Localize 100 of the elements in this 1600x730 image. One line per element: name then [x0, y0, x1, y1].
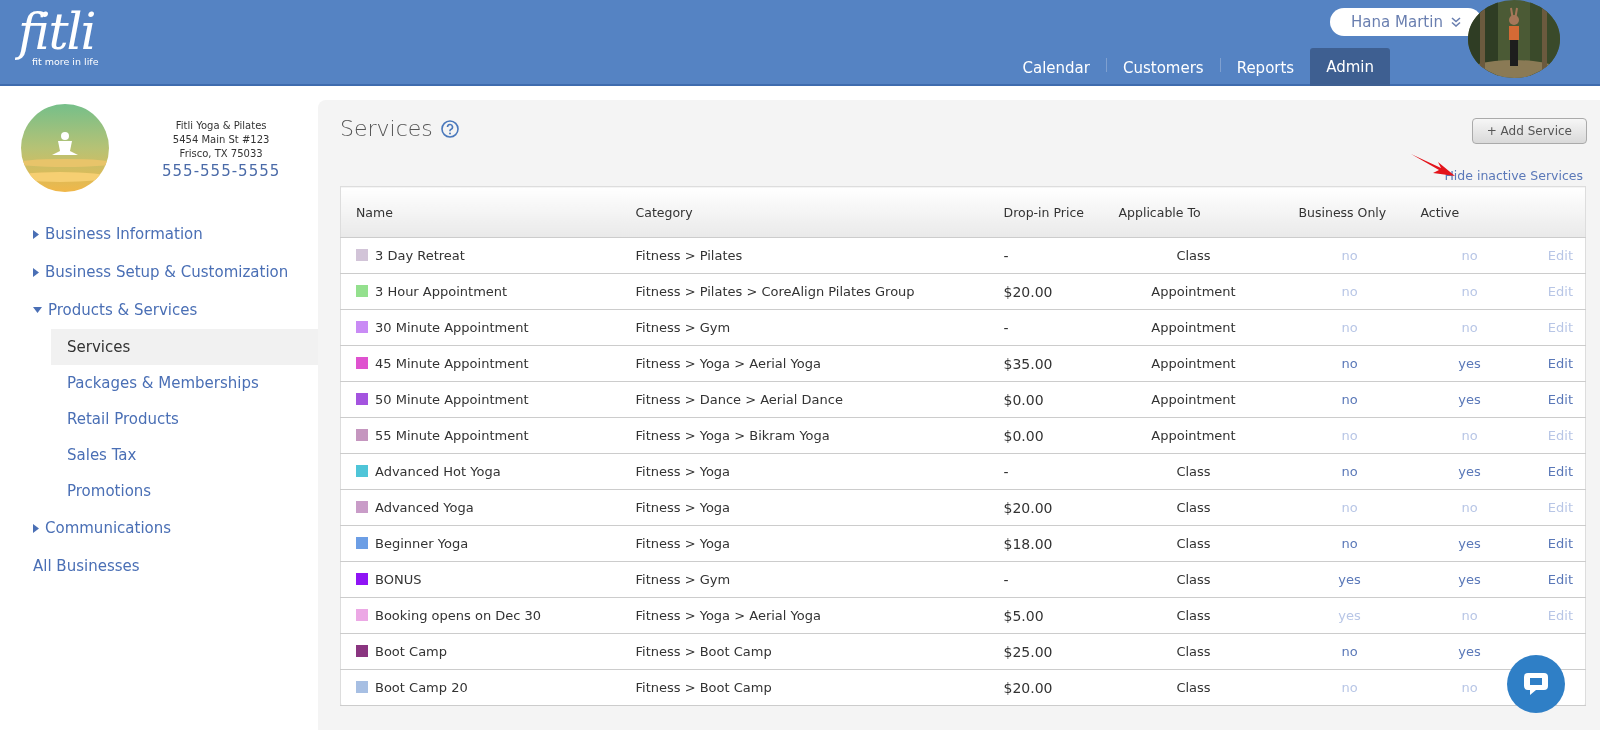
- caret-right-icon: [33, 523, 39, 533]
- price-cell: $20.00: [988, 669, 1099, 706]
- help-icon[interactable]: [440, 119, 459, 138]
- business-only-cell: no: [1288, 669, 1411, 706]
- price-cell: $5.00: [988, 597, 1099, 634]
- sidebar-subitem[interactable]: Sales Tax: [51, 437, 318, 473]
- price-cell: $35.00: [988, 345, 1099, 382]
- applicable-cell: Class: [1098, 633, 1289, 670]
- nav-tab[interactable]: Customers: [1106, 50, 1220, 86]
- business-only-cell: no: [1288, 633, 1411, 670]
- price-cell: -: [988, 237, 1099, 274]
- category-cell: Fitness > Pilates > CoreAlign Pilates Group: [620, 273, 989, 310]
- category-cell: Fitness > Yoga > Bikram Yoga: [620, 417, 989, 454]
- column-header[interactable]: Business Only: [1288, 186, 1411, 238]
- edit-link[interactable]: Edit: [1547, 356, 1573, 371]
- category-cell: Fitness > Boot Camp: [620, 633, 989, 670]
- business-only-cell: no: [1288, 345, 1411, 382]
- applicable-cell: Class: [1098, 489, 1289, 526]
- service-name: 45 Minute Appointment: [375, 356, 529, 371]
- active-cell: yes: [1410, 345, 1529, 382]
- price-cell: $0.00: [988, 417, 1099, 454]
- double-chevron-icon: [1450, 17, 1461, 27]
- category-cell: Fitness > Gym: [620, 309, 989, 346]
- sidebar-link[interactable]: All Businesses: [0, 547, 146, 585]
- sidebar-subitem[interactable]: Packages & Memberships: [51, 365, 318, 401]
- service-name: BONUS: [375, 572, 422, 587]
- business-only-cell: no: [1288, 273, 1411, 310]
- column-header[interactable]: Category: [620, 186, 989, 238]
- service-name: Beginner Yoga: [375, 536, 469, 551]
- sidebar-subitem[interactable]: Services: [51, 329, 318, 365]
- nav-tab[interactable]: Reports: [1220, 50, 1311, 86]
- edit-link[interactable]: Edit: [1547, 572, 1573, 587]
- sidebar-item[interactable]: Business Information: [0, 215, 209, 253]
- applicable-cell: Appointment: [1098, 273, 1289, 310]
- service-name: Advanced Yoga: [375, 500, 474, 515]
- sidebar-subitem[interactable]: Promotions: [51, 473, 318, 509]
- category-cell: Fitness > Yoga > Aerial Yoga: [620, 597, 989, 634]
- applicable-cell: Class: [1098, 525, 1289, 562]
- service-name: 3 Day Retreat: [375, 248, 465, 263]
- active-cell: no: [1410, 417, 1529, 454]
- add-service-button[interactable]: + Add Service: [1471, 118, 1587, 144]
- service-name: Boot Camp: [375, 644, 447, 659]
- business-only-cell: no: [1288, 381, 1411, 418]
- business-only-cell: yes: [1288, 561, 1411, 598]
- active-cell: no: [1410, 237, 1529, 274]
- category-cell: Fitness > Yoga: [620, 489, 989, 526]
- column-header[interactable]: Applicable To: [1098, 186, 1289, 238]
- category-cell: Fitness > Gym: [620, 561, 989, 598]
- chat-icon: [1522, 670, 1550, 698]
- price-cell: -: [988, 453, 1099, 490]
- applicable-cell: Appointment: [1098, 309, 1289, 346]
- nav-tab[interactable]: Admin: [1310, 48, 1390, 86]
- price-cell: $18.00: [988, 525, 1099, 562]
- active-cell: no: [1410, 273, 1529, 310]
- service-name: 55 Minute Appointment: [375, 428, 529, 443]
- active-cell: yes: [1410, 561, 1529, 598]
- edit-link[interactable]: Edit: [1547, 464, 1573, 479]
- sidebar-item[interactable]: Business Setup & Customization: [0, 253, 295, 291]
- applicable-cell: Appointment: [1098, 345, 1289, 382]
- applicable-cell: Class: [1098, 669, 1289, 706]
- price-cell: -: [988, 309, 1099, 346]
- price-cell: $20.00: [988, 489, 1099, 526]
- edit-link[interactable]: Edit: [1547, 536, 1573, 551]
- category-cell: Fitness > Dance > Aerial Dance: [620, 381, 989, 418]
- price-cell: $0.00: [988, 381, 1099, 418]
- column-header[interactable]: Name: [340, 186, 621, 238]
- applicable-cell: Appointment: [1098, 381, 1289, 418]
- business-only-cell: no: [1288, 453, 1411, 490]
- business-address: Frisco, TX 75033: [179, 146, 263, 161]
- applicable-cell: Class: [1098, 597, 1289, 634]
- business-phone: 555-555-5555: [162, 163, 281, 178]
- sidebar-subitem[interactable]: Retail Products: [51, 401, 318, 437]
- business-only-cell: no: [1288, 525, 1411, 562]
- price-cell: $20.00: [988, 273, 1099, 310]
- sidebar-item[interactable]: Communications: [0, 509, 178, 547]
- price-cell: $25.00: [988, 633, 1099, 670]
- business-only-cell: no: [1288, 417, 1411, 454]
- active-cell: no: [1410, 597, 1529, 634]
- column-header[interactable]: Drop-in Price: [988, 186, 1099, 238]
- caret-right-icon: [33, 229, 39, 239]
- edit-link[interactable]: Edit: [1547, 392, 1573, 407]
- applicable-cell: Appointment: [1098, 417, 1289, 454]
- column-header[interactable]: Active: [1410, 186, 1529, 238]
- service-name: Boot Camp 20: [375, 680, 468, 695]
- applicable-cell: Class: [1098, 237, 1289, 274]
- service-name: 3 Hour Appointment: [375, 284, 508, 299]
- service-name: Advanced Hot Yoga: [375, 464, 501, 479]
- sidebar-item[interactable]: Products & Services: [0, 291, 204, 329]
- active-cell: yes: [1410, 453, 1529, 490]
- category-cell: Fitness > Yoga: [620, 453, 989, 490]
- caret-right-icon: [33, 267, 39, 277]
- applicable-cell: Class: [1098, 561, 1289, 598]
- service-name: 30 Minute Appointment: [375, 320, 529, 335]
- nav-tab[interactable]: Calendar: [1006, 50, 1106, 86]
- active-cell: yes: [1410, 525, 1529, 562]
- business-only-cell: no: [1288, 237, 1411, 274]
- business-name: Fitli Yoga & Pilates: [175, 118, 267, 133]
- category-cell: Fitness > Yoga > Aerial Yoga: [620, 345, 989, 382]
- page-title: Services: [340, 116, 433, 141]
- category-cell: Fitness > Yoga: [620, 525, 989, 562]
